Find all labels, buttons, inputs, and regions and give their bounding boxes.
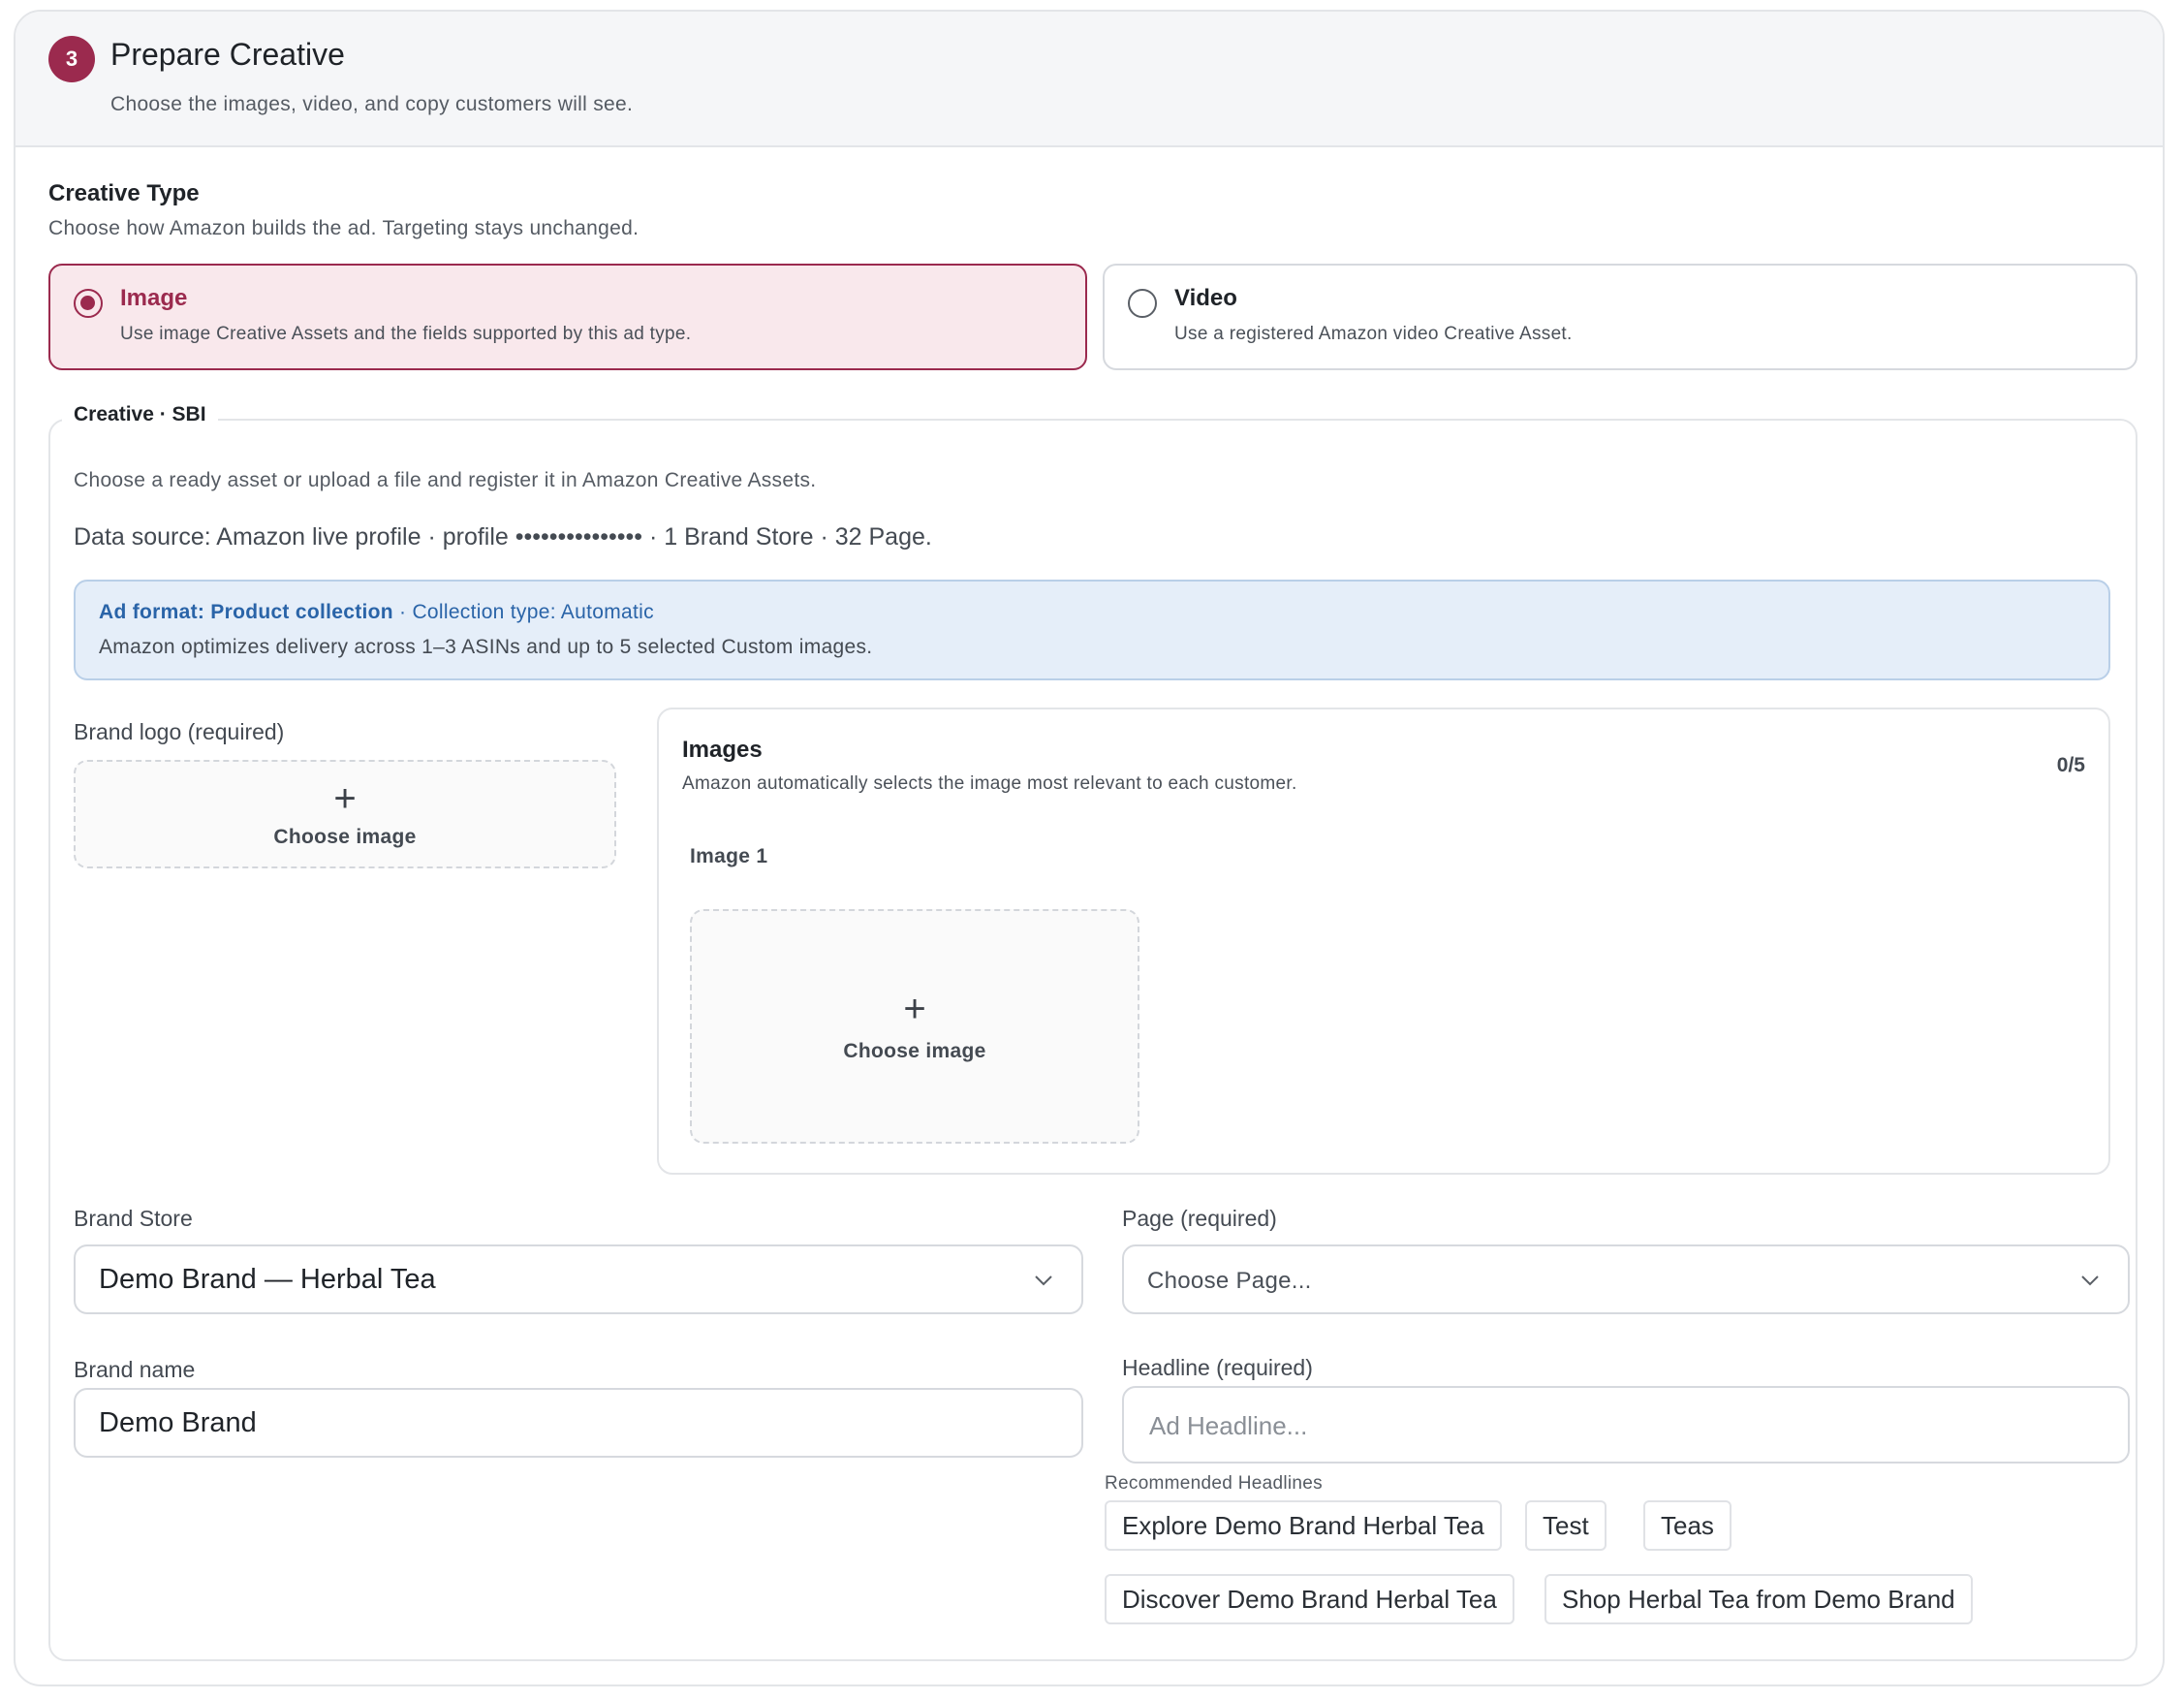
brand-store-label: Brand Store bbox=[74, 1206, 193, 1231]
images-panel: Images Amazon automatically selects the … bbox=[657, 708, 2110, 1175]
data-source-text: Data source: Amazon live profile · profi… bbox=[74, 523, 932, 551]
option-title: Video bbox=[1174, 285, 1237, 311]
creative-type-title: Creative Type bbox=[48, 180, 200, 206]
image-1-label: Image 1 bbox=[690, 845, 768, 867]
headline-chip[interactable]: Shop Herbal Tea from Demo Brand bbox=[1544, 1574, 1973, 1624]
brand-store-value: Demo Brand — Herbal Tea bbox=[99, 1264, 436, 1295]
headline-input[interactable]: Ad Headline... bbox=[1122, 1386, 2130, 1464]
step-header: 3 Prepare Creative Choose the images, vi… bbox=[16, 12, 2163, 147]
recommended-headlines-label: Recommended Headlines bbox=[1105, 1473, 1323, 1494]
headline-placeholder: Ad Headline... bbox=[1149, 1411, 1308, 1440]
radio-checked-icon[interactable] bbox=[74, 289, 103, 318]
plus-icon: + bbox=[333, 777, 357, 820]
brand-store-select[interactable]: Demo Brand — Herbal Tea bbox=[74, 1244, 1083, 1314]
brand-name-label: Brand name bbox=[74, 1357, 196, 1382]
creative-description: Choose a ready asset or upload a file an… bbox=[74, 469, 817, 491]
ad-format-label: Ad format: Product collection bbox=[99, 601, 393, 623]
image-1-upload[interactable]: + Choose image bbox=[690, 909, 1139, 1144]
creative-type-video-option[interactable]: Video Use a registered Amazon video Crea… bbox=[1103, 264, 2137, 370]
option-title: Image bbox=[120, 285, 188, 311]
ad-format-info-box: Ad format: Product collection · Collecti… bbox=[74, 580, 2110, 680]
page-select[interactable]: Choose Page... bbox=[1122, 1244, 2130, 1314]
chevron-down-icon bbox=[1035, 1275, 1052, 1286]
brand-name-input[interactable]: Demo Brand bbox=[74, 1388, 1083, 1458]
radio-unchecked-icon[interactable] bbox=[1128, 289, 1157, 318]
creative-sbi-fieldset: Creative · SBI Choose a ready asset or u… bbox=[48, 403, 2137, 1661]
page-label: Page (required) bbox=[1122, 1206, 1277, 1231]
option-description: Use image Creative Assets and the fields… bbox=[120, 324, 692, 344]
fieldset-legend: Creative · SBI bbox=[62, 403, 218, 426]
creative-type-image-option[interactable]: Image Use image Creative Assets and the … bbox=[48, 264, 1087, 370]
headline-chip[interactable]: Explore Demo Brand Herbal Tea bbox=[1105, 1500, 1502, 1551]
step-number-badge: 3 bbox=[48, 36, 95, 82]
ad-format-note: Amazon optimizes delivery across 1–3 ASI… bbox=[99, 636, 873, 658]
prepare-creative-card: 3 Prepare Creative Choose the images, vi… bbox=[14, 10, 2165, 1686]
images-subtitle: Amazon automatically selects the image m… bbox=[682, 773, 1297, 794]
images-count: 0/5 bbox=[2056, 754, 2085, 776]
brand-logo-upload[interactable]: + Choose image bbox=[74, 760, 616, 868]
step-subtitle: Choose the images, video, and copy custo… bbox=[110, 93, 634, 115]
brand-name-value: Demo Brand bbox=[99, 1407, 257, 1438]
brand-logo-label: Brand logo (required) bbox=[74, 719, 285, 744]
choose-image-label: Choose image bbox=[843, 1040, 986, 1062]
headline-chip[interactable]: Test bbox=[1525, 1500, 1607, 1551]
ad-format-line: Ad format: Product collection · Collecti… bbox=[99, 601, 654, 624]
plus-icon: + bbox=[903, 988, 926, 1030]
creative-type-subtitle: Choose how Amazon builds the ad. Targeti… bbox=[48, 217, 640, 239]
collection-type-label: · Collection type: Automatic bbox=[392, 601, 654, 623]
step-title: Prepare Creative bbox=[110, 37, 345, 72]
option-description: Use a registered Amazon video Creative A… bbox=[1174, 324, 1573, 344]
headline-chip[interactable]: Teas bbox=[1643, 1500, 1732, 1551]
page-placeholder: Choose Page... bbox=[1147, 1268, 1312, 1294]
headline-chip[interactable]: Discover Demo Brand Herbal Tea bbox=[1105, 1574, 1514, 1624]
chevron-down-icon bbox=[2081, 1275, 2099, 1286]
images-title: Images bbox=[682, 737, 763, 763]
headline-label: Headline (required) bbox=[1122, 1355, 1313, 1380]
choose-image-label: Choose image bbox=[273, 826, 417, 848]
